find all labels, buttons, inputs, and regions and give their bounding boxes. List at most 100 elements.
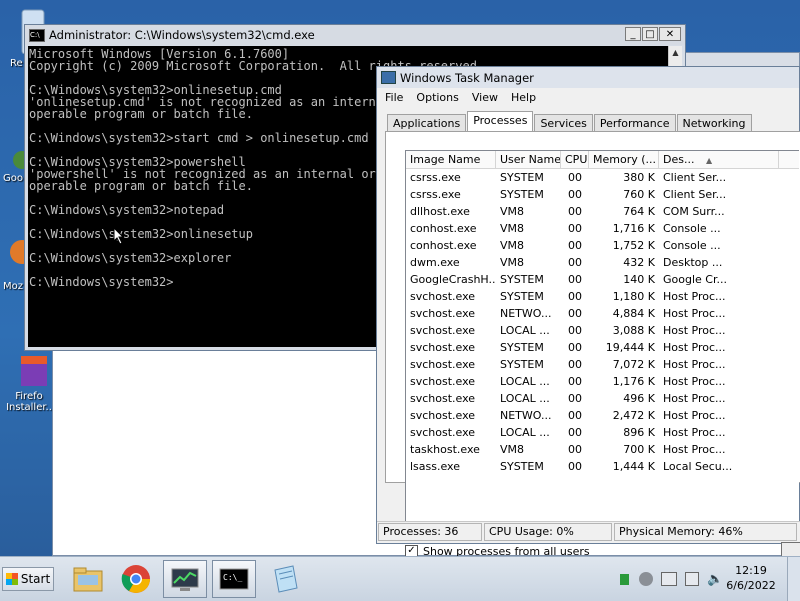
table-row[interactable]: svchost.exe LOCAL ... 00 896 K Host Proc... — [406, 424, 799, 441]
table-row[interactable]: csrss.exe SYSTEM 00 760 K Client Ser... — [406, 186, 799, 203]
table-row[interactable]: conhost.exe VM8 00 1,752 K Console ... — [406, 237, 799, 254]
show-desktop-button[interactable] — [787, 557, 800, 601]
clock-date: 6/6/2022 — [726, 579, 776, 592]
table-row[interactable]: svchost.exe LOCAL ... 00 3,088 K Host Proc..… — [406, 322, 799, 339]
cell-memory: 760 K — [623, 188, 655, 201]
cell-description: Host Proc... — [663, 392, 726, 405]
table-row[interactable]: svchost.exe SYSTEM 00 19,444 K Host Proc... — [406, 339, 799, 356]
cell-user-name: VM8 — [500, 222, 525, 235]
table-row[interactable]: svchost.exe NETWO... 00 4,884 K Host Proc... — [406, 305, 799, 322]
cell-cpu: 00 — [568, 409, 582, 422]
cmd-titlebar[interactable]: C:\ Administrator: C:\Windows\system32\c… — [25, 25, 685, 45]
taskbar-notepad-button[interactable] — [262, 560, 306, 598]
clock[interactable]: 12:19 6/6/2022 — [726, 563, 776, 593]
firefox-icon — [10, 240, 34, 264]
column-cpu[interactable]: CPU — [561, 151, 589, 168]
table-row[interactable]: dwm.exe VM8 00 432 K Desktop ... — [406, 254, 799, 271]
table-row[interactable]: svchost.exe SYSTEM 00 1,180 K Host Proc... — [406, 288, 799, 305]
start-button[interactable]: Start — [2, 567, 54, 591]
taskbar-chrome-button[interactable] — [114, 560, 158, 598]
cell-user-name: VM8 — [500, 443, 525, 456]
cell-memory: 1,444 K — [612, 460, 655, 473]
cell-description: Host Proc... — [663, 443, 726, 456]
notepad-icon — [274, 565, 298, 593]
cell-image-name: GoogleCrashH... — [410, 273, 496, 286]
display-icon[interactable] — [685, 572, 699, 586]
taskbar-task-manager-button[interactable] — [163, 560, 207, 598]
menu-options[interactable]: Options — [416, 91, 458, 104]
cell-image-name: csrss.exe — [410, 188, 461, 201]
taskbar: Start C:\_ 🔈 12:19 6/6/2022 — [0, 556, 800, 601]
table-row[interactable]: svchost.exe NETWO... 00 2,472 K Host Proc... — [406, 407, 799, 424]
taskbar-cmd-button[interactable]: C:\_ — [212, 560, 256, 598]
cell-cpu: 00 — [568, 307, 582, 320]
cell-cpu: 00 — [568, 188, 582, 201]
process-list[interactable]: Image Name User Name CPU Memory (... Des… — [405, 150, 799, 538]
task-manager-titlebar[interactable]: Windows Task Manager — [377, 67, 799, 88]
start-label: Start — [20, 572, 51, 586]
cell-cpu: 00 — [568, 205, 582, 218]
taskbar-explorer-button[interactable] — [66, 560, 110, 598]
cell-user-name: LOCAL ... — [500, 375, 550, 388]
menu-view[interactable]: View — [472, 91, 498, 104]
action-center-icon[interactable] — [639, 572, 653, 586]
scroll-up-icon[interactable]: ▲ — [669, 46, 682, 60]
mouse-cursor-icon — [113, 227, 125, 245]
cell-cpu: 00 — [568, 239, 582, 252]
cell-memory: 1,176 K — [612, 375, 655, 388]
cell-image-name: dllhost.exe — [410, 205, 470, 218]
maximize-icon[interactable]: □ — [642, 27, 658, 41]
table-row[interactable]: conhost.exe VM8 00 1,716 K Console ... — [406, 220, 799, 237]
google-desktop-icon[interactable]: Goo — [0, 150, 31, 184]
table-row[interactable]: svchost.exe SYSTEM 00 7,072 K Host Proc... — [406, 356, 799, 373]
cell-memory: 19,444 K — [605, 341, 655, 354]
cell-image-name: dwm.exe — [410, 256, 460, 269]
task-manager-window[interactable]: Windows Task Manager File Options View H… — [376, 66, 800, 566]
minimize-icon[interactable]: _ — [625, 27, 641, 41]
cell-image-name: svchost.exe — [410, 341, 476, 354]
cell-image-name: csrss.exe — [410, 171, 461, 184]
cell-image-name: lsass.exe — [410, 460, 460, 473]
firefox-installer-desktop-icon[interactable]: Firefo Installer.. — [6, 352, 52, 413]
cell-description: Host Proc... — [663, 426, 726, 439]
desktop-icon-label: Installer.. — [6, 402, 52, 413]
menu-file[interactable]: File — [385, 91, 403, 104]
close-icon[interactable]: ✕ — [659, 27, 681, 41]
table-row[interactable]: lsass.exe SYSTEM 00 1,444 K Local Secu... — [406, 458, 799, 475]
table-row[interactable]: csrss.exe SYSTEM 00 380 K Client Ser... — [406, 169, 799, 186]
cell-image-name: svchost.exe — [410, 358, 476, 371]
table-row[interactable]: svchost.exe LOCAL ... 00 496 K Host Proc... — [406, 390, 799, 407]
column-image-name[interactable]: Image Name — [406, 151, 496, 168]
table-row[interactable]: svchost.exe LOCAL ... 00 1,176 K Host Proc..… — [406, 373, 799, 390]
cell-cpu: 00 — [568, 273, 582, 286]
volume-icon[interactable]: 🔈 — [707, 572, 723, 587]
table-row[interactable]: GoogleCrashH... SYSTEM 00 140 K Google Cr... — [406, 271, 799, 288]
table-row[interactable]: taskhost.exe VM8 00 700 K Host Proc... — [406, 441, 799, 458]
cell-user-name: LOCAL ... — [500, 324, 550, 337]
cell-memory: 2,472 K — [612, 409, 655, 422]
cell-image-name: svchost.exe — [410, 307, 476, 320]
cell-memory: 140 K — [623, 273, 655, 286]
cell-description: Client Ser... — [663, 188, 727, 201]
column-memory[interactable]: Memory (... — [589, 151, 659, 168]
cell-cpu: 00 — [568, 460, 582, 473]
cell-memory: 700 K — [623, 443, 655, 456]
cell-image-name: svchost.exe — [410, 409, 476, 422]
desktop-icon-label: Moz — [3, 281, 23, 292]
cell-image-name: svchost.exe — [410, 290, 476, 303]
process-rows: csrss.exe SYSTEM 00 380 K Client Ser... csrss… — [406, 169, 799, 475]
menu-help[interactable]: Help — [511, 91, 536, 104]
cell-image-name: conhost.exe — [410, 222, 477, 235]
task-manager-icon — [381, 71, 396, 84]
cell-cpu: 00 — [568, 375, 582, 388]
cell-user-name: SYSTEM — [500, 171, 544, 184]
table-row[interactable]: dllhost.exe VM8 00 764 K COM Surr... — [406, 203, 799, 220]
network-green-icon[interactable] — [620, 573, 629, 585]
column-user-name[interactable]: User Name — [496, 151, 561, 168]
process-list-header: Image Name User Name CPU Memory (... Des… — [406, 151, 799, 169]
column-description[interactable]: Des... ▲ — [659, 151, 779, 168]
network-icon[interactable] — [661, 572, 677, 586]
cell-user-name: NETWO... — [500, 409, 552, 422]
mozilla-desktop-icon[interactable]: Moz — [0, 232, 34, 292]
cell-description: Host Proc... — [663, 358, 726, 371]
